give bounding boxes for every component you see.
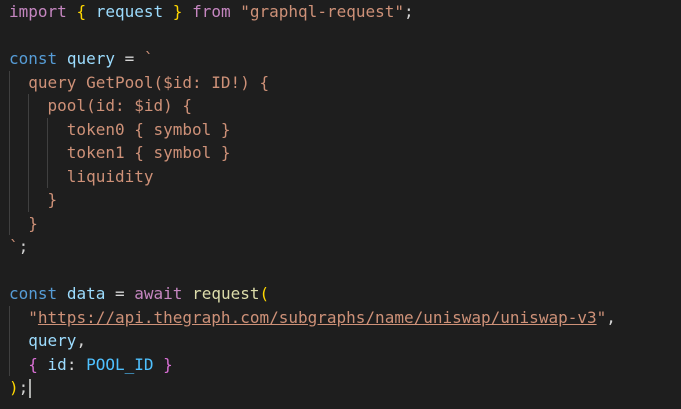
- code-line[interactable]: );: [9, 376, 616, 400]
- indent-guide: [9, 141, 10, 165]
- indent-guide: [47, 141, 49, 165]
- code-line[interactable]: token1 { symbol }: [9, 141, 616, 165]
- indent-guide: [28, 141, 30, 165]
- indent-guide: [9, 329, 10, 353]
- code-line[interactable]: token0 { symbol }: [9, 117, 616, 141]
- code-token: }: [172, 2, 183, 21]
- code-line[interactable]: pool(id: $id) {: [9, 94, 616, 118]
- indent-guide: [9, 188, 10, 212]
- indent-guide: [28, 94, 30, 118]
- code-line[interactable]: const data = await request(: [9, 282, 616, 306]
- code-editor[interactable]: import { request } from "graphql-request…: [0, 0, 681, 409]
- code-token: request: [95, 2, 164, 21]
- code-line[interactable]: query,: [9, 329, 616, 353]
- code-token: `: [143, 49, 154, 68]
- code-token: from: [192, 2, 231, 21]
- code-token: ): [9, 378, 19, 397]
- code-token: `: [9, 237, 19, 256]
- indent-guide: [9, 211, 10, 235]
- code-line[interactable]: ​: [9, 24, 616, 48]
- code-token: ": [28, 307, 38, 327]
- code-token: }: [9, 190, 58, 209]
- code-token: :: [66, 354, 87, 374]
- code-token: import: [9, 2, 67, 21]
- code-token: token1 { symbol }: [9, 143, 231, 162]
- code-token: ;: [18, 237, 29, 256]
- indent-guide: [47, 164, 49, 188]
- code-token: "graphql-request": [240, 2, 405, 21]
- indent-guide: [28, 117, 30, 141]
- code-token: =: [114, 49, 144, 68]
- indent-guide: [9, 164, 10, 188]
- code-token: POOL_ID: [86, 354, 154, 374]
- code-token: pool(id: $id) {: [9, 96, 193, 115]
- code-token: query: [28, 331, 77, 350]
- code-token: ,: [606, 307, 616, 327]
- code-token: liquidity: [9, 166, 154, 186]
- code-line[interactable]: import { request } from "graphql-request…: [9, 0, 616, 24]
- indent-guide: [47, 117, 49, 141]
- code-token: const: [9, 284, 58, 303]
- indent-guide: [28, 164, 30, 188]
- indent-guide: [9, 94, 10, 118]
- code-token: request: [192, 284, 260, 303]
- code-token: query GetPool($id: ID!) {: [9, 72, 270, 92]
- code-line[interactable]: query GetPool($id: ID!) {: [9, 70, 616, 94]
- code-token: {: [28, 354, 38, 374]
- code-token: {: [76, 2, 87, 21]
- code-area[interactable]: import { request } from "graphql-request…: [9, 0, 616, 400]
- indent-guide: [9, 117, 10, 141]
- code-token: id: [47, 354, 67, 374]
- indent-guide: [28, 188, 30, 212]
- code-token: data: [66, 284, 106, 303]
- indent-guide: [9, 70, 10, 94]
- code-token: ;: [18, 378, 29, 397]
- indent-guide: [9, 305, 10, 329]
- code-token: (: [259, 284, 270, 303]
- code-token: ;: [404, 2, 414, 21]
- code-line[interactable]: const query = `: [9, 47, 616, 71]
- code-token: ": [596, 307, 607, 327]
- code-token: ,: [76, 331, 87, 350]
- code-line[interactable]: liquidity: [9, 164, 616, 188]
- code-token: query: [66, 49, 115, 68]
- code-token: }: [163, 354, 173, 374]
- code-line[interactable]: `;: [9, 235, 616, 259]
- text-cursor: [29, 379, 32, 398]
- code-line[interactable]: }: [9, 188, 616, 212]
- indent-guide: [9, 352, 10, 376]
- code-token: }: [9, 213, 38, 233]
- code-line[interactable]: }: [9, 211, 616, 235]
- code-token: https://api.thegraph.com/subgraphs/name/…: [37, 307, 597, 327]
- code-line[interactable]: "https://api.thegraph.com/subgraphs/name…: [9, 305, 616, 329]
- code-token: const: [9, 49, 58, 68]
- code-token: =: [105, 284, 135, 303]
- code-line[interactable]: ​: [9, 259, 616, 283]
- code-line[interactable]: { id: POOL_ID }: [9, 352, 616, 376]
- code-token: await: [134, 284, 183, 303]
- code-token: token0 { symbol }: [9, 119, 231, 139]
